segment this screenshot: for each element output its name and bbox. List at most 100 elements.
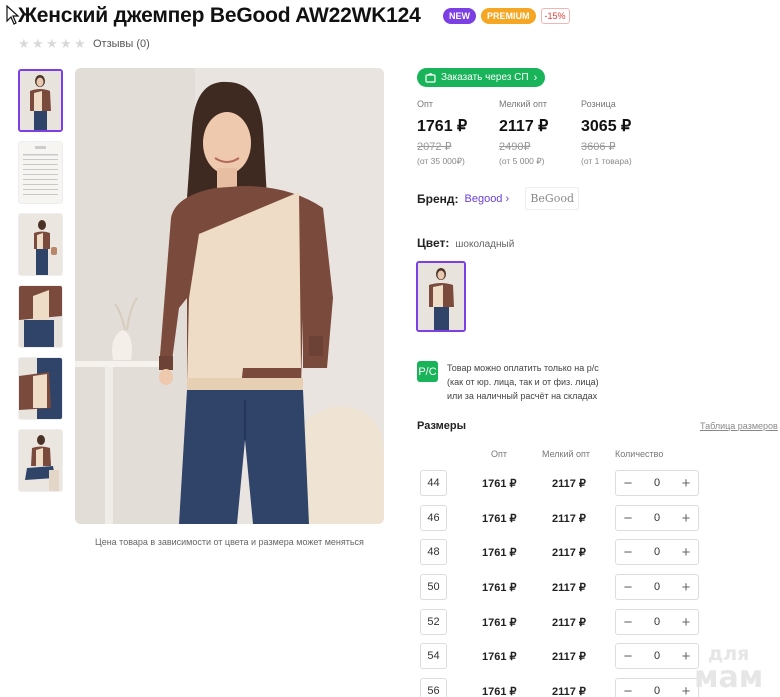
minus-icon[interactable]: − xyxy=(622,649,634,664)
price-value: 2117 ₽ xyxy=(499,118,549,135)
quantity-value[interactable]: 0 xyxy=(654,581,660,593)
photo-caption: Цена товара в зависимости от цвета и раз… xyxy=(95,537,364,547)
price-tier-retail: Розница 3065 ₽ 3606 ₽ (от 1 товара) xyxy=(581,99,663,167)
plus-icon[interactable]: + xyxy=(680,511,692,526)
thumbnail-image xyxy=(19,286,62,347)
sizes-title: Размеры xyxy=(417,420,467,432)
size-label: 54 xyxy=(420,643,447,669)
price-old: 2490₽ xyxy=(499,141,531,153)
brand-logo[interactable]: BeGood xyxy=(525,187,580,210)
order-via-sp-label: Заказать через СП xyxy=(441,72,529,83)
product-title: Женский джемпер BeGood AW22WK124 xyxy=(18,4,421,27)
quantity-value[interactable]: 0 xyxy=(654,616,660,628)
size-label: 52 xyxy=(420,609,447,635)
thumbnail-image xyxy=(20,71,61,130)
row-price-small-opt: 2117 ₽ xyxy=(552,651,586,663)
row-price-opt: 1761 ₽ xyxy=(482,547,517,559)
quantity-value[interactable]: 0 xyxy=(654,512,660,524)
star-icon: ★ xyxy=(32,36,44,51)
price-condition: (от 35 000₽) xyxy=(417,156,465,166)
row-price-small-opt: 2117 ₽ xyxy=(552,478,586,490)
thumbnail-5[interactable] xyxy=(18,357,63,420)
price-condition: (от 5 000 ₽) xyxy=(499,156,545,166)
plus-icon[interactable]: + xyxy=(680,580,692,595)
row-price-opt: 1761 ₽ xyxy=(482,686,517,697)
row-price-opt: 1761 ₽ xyxy=(482,478,517,490)
minus-icon[interactable]: − xyxy=(622,511,634,526)
price-value: 3065 ₽ xyxy=(581,118,632,135)
column-header-opt: Опт xyxy=(491,449,507,459)
color-row: Цвет: шоколадный xyxy=(417,236,514,250)
star-icon: ★ xyxy=(46,36,58,51)
chevron-right-icon: › xyxy=(533,71,538,84)
thumbnail-3[interactable] xyxy=(18,213,63,276)
bank-transfer-icon: Р/С xyxy=(417,361,438,382)
size-label: 56 xyxy=(420,678,447,697)
price-condition: (от 1 товара) xyxy=(581,156,632,166)
price-old: 3606 ₽ xyxy=(581,141,616,153)
minus-icon[interactable]: − xyxy=(622,615,634,630)
color-value: шоколадный xyxy=(455,239,515,250)
minus-icon[interactable]: − xyxy=(622,684,634,697)
plus-icon[interactable]: + xyxy=(680,476,692,491)
size-row: 48 1761 ₽ 2117 ₽ − 0 + xyxy=(420,539,780,565)
quantity-stepper: − 0 + xyxy=(615,574,699,600)
product-photo-illustration xyxy=(75,68,384,524)
main-product-photo[interactable] xyxy=(75,68,384,524)
order-via-sp-button[interactable]: Заказать через СП › xyxy=(417,68,546,87)
quantity-value[interactable]: 0 xyxy=(654,477,660,489)
color-swatch-chocolate[interactable] xyxy=(416,261,466,332)
quantity-value[interactable]: 0 xyxy=(654,546,660,558)
row-price-opt: 1761 ₽ xyxy=(482,651,517,663)
thumbnail-1[interactable] xyxy=(18,69,63,132)
rating-stars[interactable]: ★ ★ ★ ★ ★ xyxy=(18,37,87,50)
thumbnail-4[interactable] xyxy=(18,285,63,348)
size-chart-image xyxy=(19,142,62,203)
plus-icon[interactable]: + xyxy=(680,684,692,697)
size-table-link[interactable]: Таблица размеров xyxy=(700,421,778,431)
size-row: 44 1761 ₽ 2117 ₽ − 0 + xyxy=(420,470,780,496)
minus-icon[interactable]: − xyxy=(622,476,634,491)
quantity-value[interactable]: 0 xyxy=(654,650,660,662)
quantity-stepper: − 0 + xyxy=(615,470,699,496)
minus-icon[interactable]: − xyxy=(622,580,634,595)
price-value: 1761 ₽ xyxy=(417,118,468,135)
row-price-small-opt: 2117 ₽ xyxy=(552,686,586,697)
size-label: 46 xyxy=(420,505,447,531)
thumbnail-2-size-chart[interactable] xyxy=(18,141,63,204)
row-price-opt: 1761 ₽ xyxy=(482,513,517,525)
thumbnail-6[interactable] xyxy=(18,429,63,492)
quantity-stepper: − 0 + xyxy=(615,505,699,531)
payment-note: Р/С Товар можно оплатить только на р/с (… xyxy=(417,361,599,403)
quantity-value[interactable]: 0 xyxy=(654,685,660,697)
row-price-small-opt: 2117 ₽ xyxy=(552,617,586,629)
plus-icon[interactable]: + xyxy=(680,615,692,630)
chevron-right-icon: › xyxy=(505,192,510,205)
price-tier-small-wholesale: Мелкий опт 2117 ₽ 2490₽ (от 5 000 ₽) xyxy=(499,99,581,167)
payment-text: Товар можно оплатить только на р/с (как … xyxy=(447,363,599,401)
star-icon: ★ xyxy=(18,36,30,51)
thumbnail-image xyxy=(19,214,62,275)
discount-badge: -15% xyxy=(540,8,570,24)
quantity-stepper: − 0 + xyxy=(615,539,699,565)
size-row: 46 1761 ₽ 2117 ₽ − 0 + xyxy=(420,505,780,531)
minus-icon[interactable]: − xyxy=(622,545,634,560)
price-label: Мелкий опт xyxy=(499,99,548,109)
row-price-opt: 1761 ₽ xyxy=(482,582,517,594)
row-price-opt: 1761 ₽ xyxy=(482,617,517,629)
plus-icon[interactable]: + xyxy=(680,649,692,664)
price-old: 2072 ₽ xyxy=(417,141,452,153)
price-tier-wholesale: Опт 1761 ₽ 2072 ₽ (от 35 000₽) xyxy=(417,99,499,167)
price-label: Розница xyxy=(581,99,616,109)
brand-link[interactable]: Begood › xyxy=(465,193,510,205)
quantity-stepper: − 0 + xyxy=(615,643,699,669)
new-badge: NEW xyxy=(443,8,476,24)
price-label: Опт xyxy=(417,99,433,109)
reviews-link[interactable]: Отзывы (0) xyxy=(93,38,150,50)
thumbnail-image xyxy=(19,358,62,419)
color-swatch-image xyxy=(418,263,464,330)
quantity-stepper: − 0 + xyxy=(615,609,699,635)
size-label: 48 xyxy=(420,539,447,565)
premium-badge: PREMIUM xyxy=(481,8,536,24)
plus-icon[interactable]: + xyxy=(680,545,692,560)
